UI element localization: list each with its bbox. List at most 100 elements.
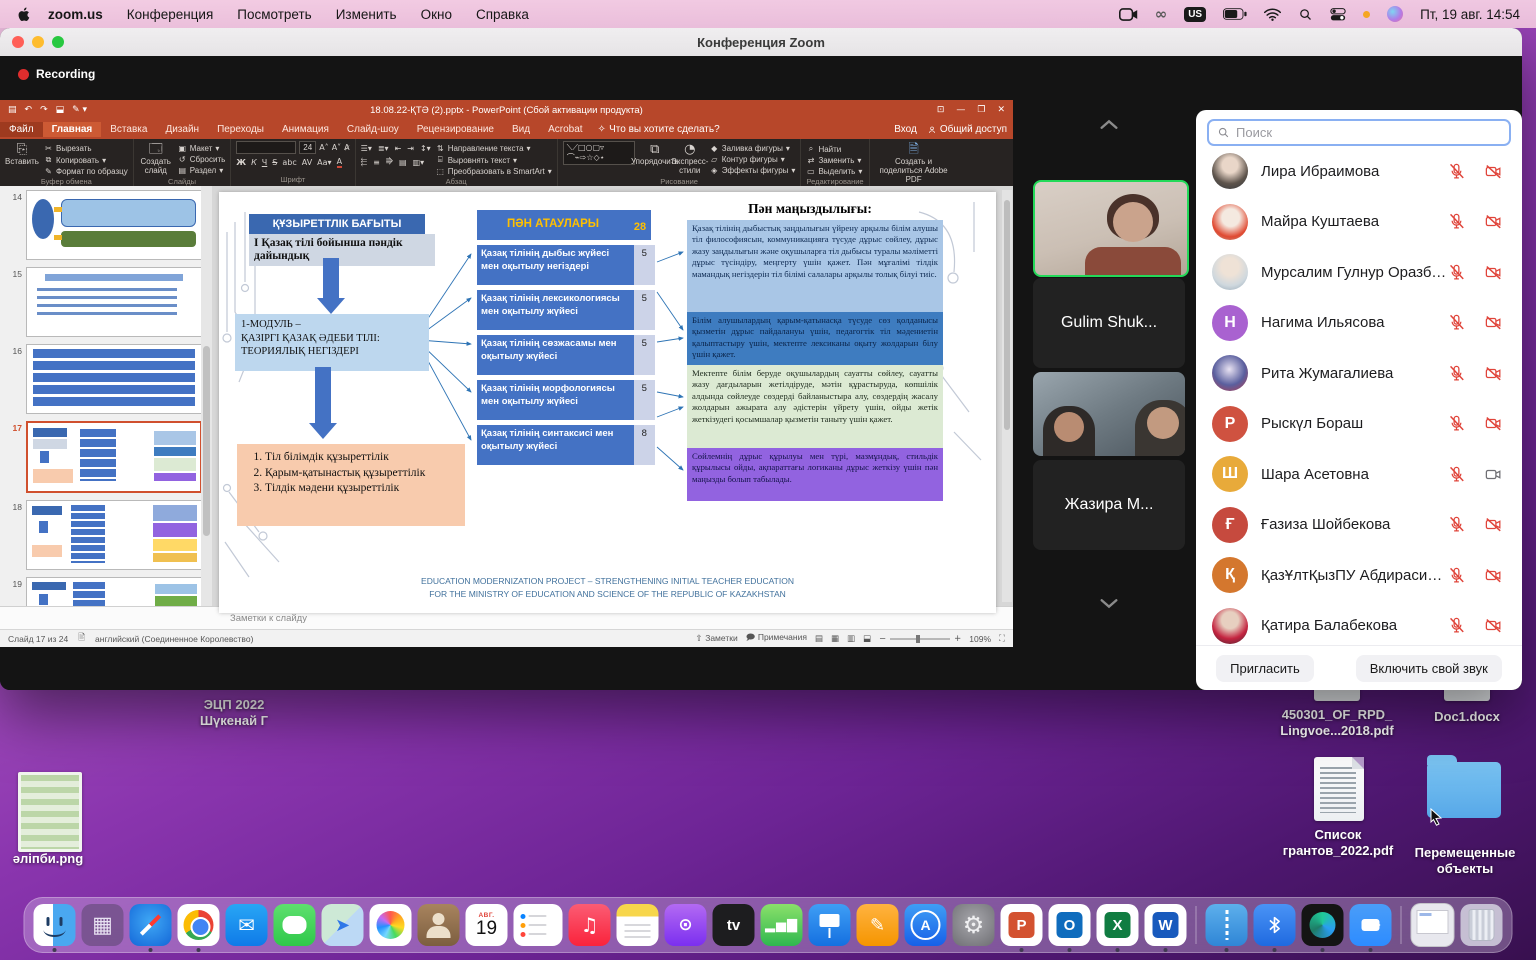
arrange-button[interactable]: ⧉ Упорядочить (640, 141, 670, 167)
participant-row[interactable]: Ш Шара Асетовна (1196, 449, 1522, 500)
slide-direction-box[interactable]: ҚҰЗЫРЕТТЛІК БАҒЫТЫ (249, 214, 425, 234)
shape-effects-button[interactable]: ◈Эффекты фигуры▾ (710, 166, 796, 175)
chrome-icon[interactable] (178, 904, 220, 946)
finder-icon[interactable] (34, 904, 76, 946)
screen-record-icon[interactable] (1119, 8, 1138, 21)
participant-row[interactable]: Қ ҚазҰлтҚызПУ Абдирасило... (1196, 550, 1522, 601)
change-case-button[interactable]: Aa▾ (317, 158, 331, 167)
invite-button[interactable]: Пригласить (1216, 655, 1314, 682)
numbering-icon[interactable]: ≣▾ (378, 144, 389, 153)
font-name-box[interactable] (236, 141, 296, 154)
thumbnail-slide-16[interactable]: 16 (6, 344, 202, 414)
bullets-icon[interactable]: ☰▾ (361, 144, 372, 153)
comments-toggle[interactable]: 🗩 Примечания (746, 632, 807, 646)
video-tile-two-participants[interactable] (1033, 372, 1185, 456)
ribbon-options-icon[interactable]: ⊡ (937, 105, 945, 115)
menu-window[interactable]: Окно (421, 7, 452, 22)
importance-box-3[interactable]: Мектепте білім беруде оқушылардың сауатт… (687, 365, 943, 451)
slide-subject-box[interactable]: І Қазақ тілі бойынша пәндік дайындық (249, 234, 435, 266)
tell-me-box[interactable]: ✧ Что вы хотите сделать? (598, 124, 720, 135)
mail-icon[interactable]: ✉ (226, 904, 268, 946)
participant-row[interactable]: Лира Ибраимова (1196, 146, 1522, 197)
reminders-icon[interactable] (514, 904, 563, 946)
zoom-slider[interactable]: −+ (879, 634, 961, 644)
columns-icon[interactable]: ▥▾ (413, 158, 425, 167)
desktop-icon-grants-pdf-label[interactable]: Списокгрантов_2022.pdf (1262, 827, 1414, 860)
safari-icon[interactable] (130, 904, 172, 946)
messages-icon[interactable] (274, 904, 316, 946)
participant-row[interactable]: Рита Жумагалиева (1196, 348, 1522, 399)
apple-tv-icon[interactable]: tv (713, 904, 755, 946)
tab-file[interactable]: Файл (0, 122, 43, 137)
normal-view-icon[interactable]: ▤ (815, 634, 823, 644)
menu-help[interactable]: Справка (476, 7, 529, 22)
word-icon[interactable]: W (1145, 904, 1187, 946)
desktop-icon-alphabet-png-label[interactable]: әліпби.png (0, 851, 96, 867)
tab-acrobat[interactable]: Acrobat (539, 122, 591, 137)
thumbnail-slide-19[interactable]: 19 (6, 577, 202, 606)
control-center-icon[interactable] (1330, 8, 1346, 21)
desktop-icon-alphabet-png[interactable] (18, 772, 82, 852)
keyboard-layout-badge[interactable]: US (1184, 7, 1206, 22)
maximize-icon[interactable]: ❐ (977, 105, 985, 115)
menu-edit[interactable]: Изменить (336, 7, 397, 22)
video-tile-active-speaker[interactable] (1033, 180, 1189, 277)
slide-canvas[interactable]: ҚҰЗЫРЕТТЛІК БАҒЫТЫ І Қазақ тілі бойынша … (219, 192, 996, 613)
clear-format-icon[interactable]: A̷ (344, 143, 349, 152)
spellcheck-icon[interactable]: 🖹 (78, 632, 85, 646)
participants-search-input[interactable]: Поиск (1207, 119, 1511, 146)
tab-animations[interactable]: Анимация (273, 122, 338, 137)
desktop-icon-ecp-2022[interactable]: ЭЦП 2022Шүкенай Г (178, 697, 290, 730)
video-tile-zhazira[interactable]: Жазира М... (1033, 460, 1185, 550)
importance-box-4[interactable]: Сөйлемнің дұрыс құрылуы мен түрі, мазмұн… (687, 448, 943, 501)
strikethrough-button[interactable]: S (272, 158, 277, 167)
desktop-icon-pdf-450301-label[interactable]: 450301_OF_RPD_Lingvoe...2018.pdf (1262, 707, 1412, 740)
desktop-icon-moved-folder[interactable] (1427, 762, 1501, 818)
app-store-icon[interactable]: A (905, 904, 947, 946)
excel-icon[interactable]: X (1097, 904, 1139, 946)
zoom-window-titlebar[interactable]: Конференция Zoom (0, 28, 1522, 56)
align-left-icon[interactable]: ⬱ (361, 157, 367, 167)
tab-design[interactable]: Дизайн (156, 122, 208, 137)
smartart-button[interactable]: ⬚Преобразовать в SmartArt▾ (436, 167, 552, 176)
apple-menu-icon[interactable] (16, 6, 30, 23)
contacts-icon[interactable] (418, 904, 460, 946)
desktop-icon-doc1-label[interactable]: Doc1.docx (1420, 709, 1514, 725)
video-tile-gulim[interactable]: Gulim Shuk... (1033, 278, 1185, 368)
minimized-window-icon[interactable] (1411, 903, 1455, 947)
select-button[interactable]: ▭Выделить▾ (806, 167, 862, 176)
siri-icon[interactable] (1387, 6, 1403, 22)
cut-button[interactable]: ✂Вырезать (44, 144, 128, 153)
photos-icon[interactable] (370, 904, 412, 946)
scroll-down-icon[interactable] (1092, 592, 1126, 614)
unmute-button[interactable]: Включить свой звук (1356, 655, 1502, 682)
reset-button[interactable]: ↺Сбросить (178, 155, 226, 164)
notes-icon[interactable] (617, 904, 659, 946)
notes-toggle[interactable]: ⇧ Заметки (695, 633, 737, 644)
system-preferences-icon[interactable]: ⚙ (953, 904, 995, 946)
indent-right-icon[interactable]: ⇥ (407, 144, 414, 153)
menu-bar-clock[interactable]: Пт, 19 авг. 14:54 (1420, 7, 1520, 22)
menu-app-name[interactable]: zoom.us (48, 7, 103, 22)
tab-insert[interactable]: Вставка (101, 122, 156, 137)
slide-module-box[interactable]: 1-МОДУЛЬ – ҚАЗІРГІ ҚАЗАҚ ӘДЕБИ ТІЛІ: ТЕО… (235, 314, 429, 371)
copy-button[interactable]: ⧉Копировать▾ (44, 155, 128, 165)
menu-view[interactable]: Посмотреть (237, 7, 311, 22)
shrink-font-icon[interactable]: A˅ (332, 143, 341, 152)
tab-review[interactable]: Рецензирование (408, 122, 503, 137)
participants-list[interactable]: Лира Ибраимова Майра Куштаева (1196, 134, 1522, 645)
close-icon[interactable]: ✕ (997, 105, 1005, 115)
outlook-icon[interactable]: O (1049, 904, 1091, 946)
italic-button[interactable]: К (251, 158, 257, 167)
thumbnail-slide-18[interactable]: 18 (6, 500, 202, 570)
participant-row[interactable]: Мурсалим Гулнур Оразбек... (1196, 247, 1522, 298)
slide-competencies-box[interactable]: Тіл білімдік құзыреттілік Қарым-қатынаст… (237, 444, 465, 526)
podcasts-icon[interactable]: ⊙ (665, 904, 707, 946)
participant-row[interactable]: Ғ Ғазиза Шойбекова (1196, 500, 1522, 551)
slide-scrollbar[interactable] (1002, 190, 1012, 602)
participant-row[interactable]: Н Нагима Ильясова (1196, 298, 1522, 349)
indent-left-icon[interactable]: ⇤ (395, 144, 402, 153)
trash-icon[interactable] (1461, 904, 1503, 946)
format-painter-button[interactable]: ✎Формат по образцу (44, 167, 128, 176)
powerpoint-icon[interactable]: P (1001, 904, 1043, 946)
